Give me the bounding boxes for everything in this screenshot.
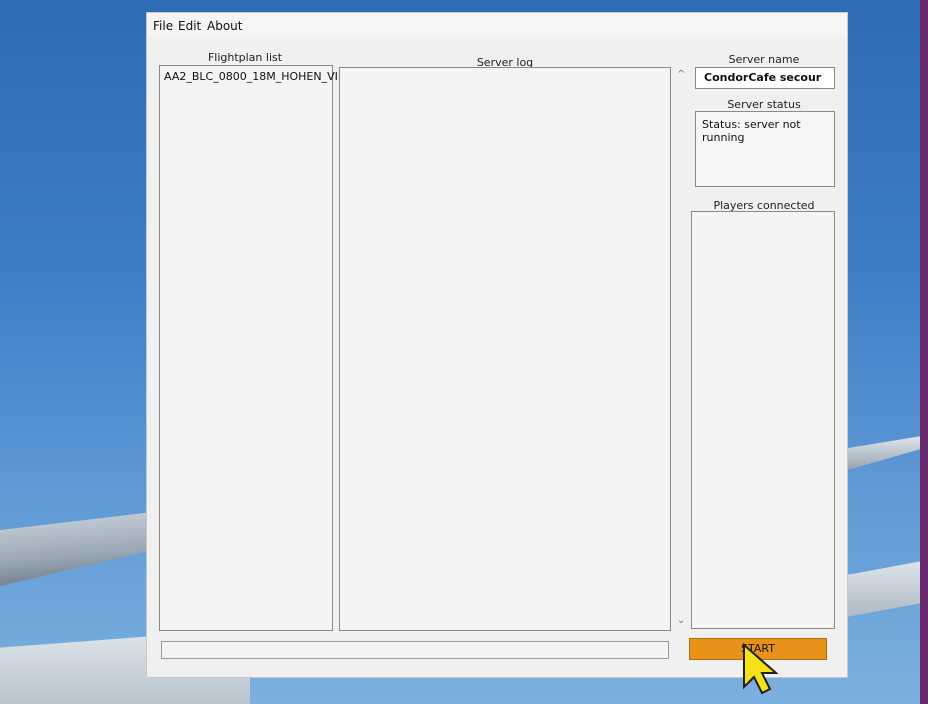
server-status-text: Status: server not running [702, 118, 801, 144]
flightplan-item[interactable]: AA2_BLC_0800_18M_HOHEN_VIPIT [164, 70, 354, 83]
menu-about[interactable]: About [207, 19, 242, 33]
menu-file[interactable]: File [153, 19, 173, 33]
scroll-up-icon[interactable]: ^ [677, 69, 685, 80]
scroll-down-icon[interactable]: ⌄ [677, 615, 685, 626]
server-name-field[interactable]: CondorCafe secour [695, 67, 835, 89]
bottom-status-field [161, 641, 669, 659]
server-window: File Edit About Flightplan list AA2_BLC_… [146, 12, 848, 678]
server-status-label: Server status [727, 98, 801, 111]
screen-edge [920, 0, 928, 704]
menu-bar: File Edit About [147, 13, 847, 37]
menu-edit[interactable]: Edit [178, 19, 201, 33]
server-status-box: Status: server not running [695, 111, 835, 187]
flightplan-list[interactable]: AA2_BLC_0800_18M_HOHEN_VIPIT [159, 65, 354, 631]
players-list[interactable] [691, 211, 835, 629]
server-name-label: Server name [728, 53, 800, 66]
mouse-cursor-icon [743, 643, 779, 695]
flightplan-label: Flightplan list [207, 51, 283, 64]
server-log-area[interactable] [339, 67, 671, 631]
